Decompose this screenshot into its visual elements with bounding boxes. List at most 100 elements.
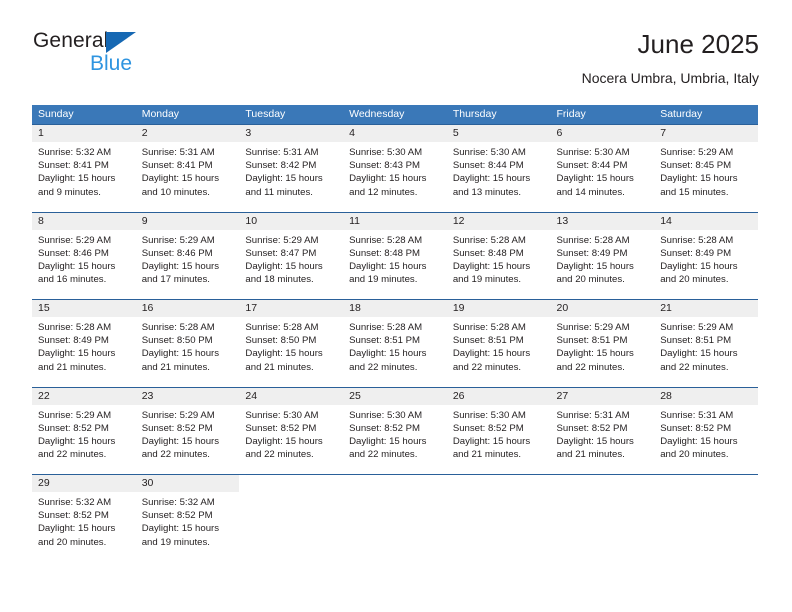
day-details: Sunrise: 5:32 AM Sunset: 8:41 PM Daylight:…: [32, 142, 136, 199]
sunset-text: Sunset: 8:41 PM: [141, 160, 213, 172]
sunset-text: Sunset: 8:49 PM: [38, 335, 109, 347]
sunrise-text: Sunrise: 5:28 AM: [452, 322, 526, 333]
daylight-text-line1: Daylight: 15 hours: [38, 523, 116, 535]
daylight-text-line1: Daylight: 15 hours: [556, 435, 634, 447]
day-number-band: 28: [654, 387, 758, 405]
day-cell[interactable]: 19 Sunrise: 5:28 AM Sunset: 8:51 PM Dayligh…: [446, 300, 551, 387]
sunrise-text: Sunrise: 5:28 AM: [556, 234, 630, 246]
day-cell[interactable]: 10 Sunrise: 5:29 AM Sunset: 8:47 PM Dayligh…: [239, 212, 344, 299]
day-cell[interactable]: 15 Sunrise: 5:28 AM Sunset: 8:49 PM Dayligh…: [32, 300, 136, 387]
day-number-band: 3: [239, 125, 344, 142]
day-number: 14: [660, 214, 672, 227]
day-details: Sunrise: 5:28 AM Sunset: 8:51 PM Daylight:…: [447, 317, 551, 374]
day-details: Sunrise: 5:28 AM Sunset: 8:51 PM Daylight:…: [343, 317, 447, 374]
day-cell-empty: [550, 475, 655, 562]
daylight-text-line2: and 22 minutes.: [349, 361, 418, 373]
day-cell[interactable]: 20 Sunrise: 5:29 AM Sunset: 8:51 PM Dayligh…: [550, 300, 655, 387]
sunset-text: Sunset: 8:48 PM: [452, 247, 524, 259]
sunset-text: Sunset: 8:51 PM: [349, 335, 421, 347]
day-cell[interactable]: 13 Sunrise: 5:28 AM Sunset: 8:49 PM Dayligh…: [550, 212, 655, 299]
day-cell[interactable]: 28 Sunrise: 5:31 AM Sunset: 8:52 PM Dayligh…: [654, 387, 758, 474]
day-number-band: 19: [446, 300, 551, 317]
day-cell[interactable]: 2 Sunrise: 5:31 AM Sunset: 8:41 PM Daylight…: [135, 125, 240, 212]
weekday-header-friday: Friday: [556, 108, 586, 120]
day-number-band: 5: [446, 125, 551, 142]
sunrise-text: Sunrise: 5:29 AM: [141, 409, 215, 421]
day-cell[interactable]: 11 Sunrise: 5:28 AM Sunset: 8:48 PM Dayligh…: [343, 212, 447, 299]
day-cell[interactable]: 7 Sunrise: 5:29 AM Sunset: 8:45 PM Daylight…: [654, 125, 758, 212]
day-cell-empty: [343, 475, 447, 562]
daylight-text-line1: Daylight: 15 hours: [38, 435, 116, 447]
sunrise-text: Sunrise: 5:29 AM: [660, 322, 734, 333]
daylight-text-line2: and 21 minutes.: [556, 449, 625, 461]
day-number: 20: [556, 302, 569, 314]
sunrise-text: Sunrise: 5:28 AM: [452, 234, 526, 246]
day-cell[interactable]: 12 Sunrise: 5:28 AM Sunset: 8:48 PM Dayligh…: [446, 212, 551, 299]
day-cell[interactable]: 18 Sunrise: 5:28 AM Sunset: 8:51 PM Dayligh…: [343, 300, 447, 387]
sunset-text: Sunset: 8:48 PM: [349, 247, 421, 259]
weekday-header-wednesday: Wednesday: [349, 108, 405, 120]
day-details: Sunrise: 5:30 AM Sunset: 8:52 PM Daylight:…: [447, 405, 551, 462]
day-cell[interactable]: 16 Sunrise: 5:28 AM Sunset: 8:50 PM Dayligh…: [135, 300, 240, 387]
weekday-header-sunday: Sunday: [38, 108, 74, 120]
sunrise-text: Sunrise: 5:29 AM: [660, 147, 734, 158]
day-cell[interactable]: 24 Sunrise: 5:30 AM Sunset: 8:52 PM Dayligh…: [239, 387, 344, 474]
day-cell[interactable]: 23 Sunrise: 5:29 AM Sunset: 8:52 PM Dayligh…: [135, 387, 240, 474]
sunrise-text: Sunrise: 5:30 AM: [452, 409, 526, 421]
day-cell[interactable]: 4 Sunrise: 5:30 AM Sunset: 8:43 PM Daylight…: [343, 125, 447, 212]
day-details: Sunrise: 5:28 AM Sunset: 8:50 PM Daylight:…: [239, 317, 343, 374]
daylight-text-line2: and 20 minutes.: [660, 274, 729, 286]
daylight-text-line1: Daylight: 15 hours: [38, 173, 116, 185]
sunset-text: Sunset: 8:52 PM: [660, 422, 732, 434]
sunset-text: Sunset: 8:46 PM: [38, 247, 109, 259]
day-number-band: 8: [32, 212, 136, 230]
day-cell[interactable]: 3 Sunrise: 5:31 AM Sunset: 8:42 PM Daylight…: [239, 125, 344, 212]
day-cell[interactable]: 1 Sunrise: 5:32 AM Sunset: 8:41 PM Daylight…: [32, 125, 136, 212]
day-cell[interactable]: 26 Sunrise: 5:30 AM Sunset: 8:52 PM Dayligh…: [446, 387, 551, 474]
day-number-band: [343, 475, 447, 492]
day-number: 22: [38, 389, 50, 402]
day-number: 9: [141, 214, 148, 227]
sunrise-text: Sunrise: 5:30 AM: [349, 409, 423, 421]
daylight-text-line1: Daylight: 15 hours: [141, 348, 220, 360]
day-number: 24: [245, 389, 258, 402]
sunset-text: Sunset: 8:51 PM: [556, 335, 628, 347]
day-details: Sunrise: 5:30 AM Sunset: 8:52 PM Daylight:…: [239, 405, 343, 462]
calendar-week-row: 15 Sunrise: 5:28 AM Sunset: 8:49 PM Dayligh…: [32, 299, 758, 387]
day-cell[interactable]: 9 Sunrise: 5:29 AM Sunset: 8:46 PM Daylight…: [135, 212, 240, 299]
logo-text-blue: Blue: [90, 52, 133, 75]
daylight-text-line2: and 20 minutes.: [660, 449, 729, 461]
daylight-text-line2: and 22 minutes.: [141, 449, 210, 461]
daylight-text-line1: Daylight: 15 hours: [349, 435, 427, 447]
day-cell[interactable]: 29 Sunrise: 5:32 AM Sunset: 8:52 PM Dayligh…: [32, 475, 136, 562]
daylight-text-line2: and 18 minutes.: [245, 274, 314, 286]
day-cell[interactable]: 8 Sunrise: 5:29 AM Sunset: 8:46 PM Daylight…: [32, 212, 136, 299]
day-cell[interactable]: 21 Sunrise: 5:29 AM Sunset: 8:51 PM Dayligh…: [654, 300, 758, 387]
day-cell[interactable]: 25 Sunrise: 5:30 AM Sunset: 8:52 PM Dayligh…: [343, 387, 447, 474]
sunset-text: Sunset: 8:52 PM: [38, 422, 109, 434]
day-cell[interactable]: 30 Sunrise: 5:32 AM Sunset: 8:52 PM Dayligh…: [135, 475, 240, 562]
day-number: 26: [452, 389, 465, 402]
day-number-band: 12: [446, 212, 551, 230]
daylight-text-line2: and 22 minutes.: [38, 449, 107, 461]
day-number-band: 21: [654, 300, 758, 317]
day-cell[interactable]: 17 Sunrise: 5:28 AM Sunset: 8:50 PM Dayligh…: [239, 300, 344, 387]
weekday-header-row: Sunday Monday Tuesday Wednesday Thursday Frid…: [32, 105, 758, 124]
day-number-band: 14: [654, 212, 758, 230]
sunrise-text: Sunrise: 5:31 AM: [141, 147, 215, 158]
day-number: 23: [141, 389, 154, 402]
daylight-text-line1: Daylight: 15 hours: [660, 173, 738, 185]
day-cell[interactable]: 6 Sunrise: 5:30 AM Sunset: 8:44 PM Daylight…: [550, 125, 655, 212]
sunset-text: Sunset: 8:52 PM: [556, 422, 628, 434]
sunset-text: Sunset: 8:43 PM: [349, 160, 421, 172]
sunset-text: Sunset: 8:52 PM: [245, 422, 317, 434]
calendar-week-row: 8 Sunrise: 5:29 AM Sunset: 8:46 PM Daylight…: [32, 211, 758, 299]
day-number-band: 20: [550, 300, 655, 317]
day-cell[interactable]: 27 Sunrise: 5:31 AM Sunset: 8:52 PM Dayligh…: [550, 387, 655, 474]
day-cell[interactable]: 22 Sunrise: 5:29 AM Sunset: 8:52 PM Dayligh…: [32, 387, 136, 474]
day-number: 13: [556, 214, 569, 227]
day-number: 12: [452, 214, 465, 227]
day-details: Sunrise: 5:29 AM Sunset: 8:52 PM Daylight:…: [136, 405, 240, 462]
day-cell[interactable]: 5 Sunrise: 5:30 AM Sunset: 8:44 PM Daylight…: [446, 125, 551, 212]
day-cell[interactable]: 14 Sunrise: 5:28 AM Sunset: 8:49 PM Dayligh…: [654, 212, 758, 299]
